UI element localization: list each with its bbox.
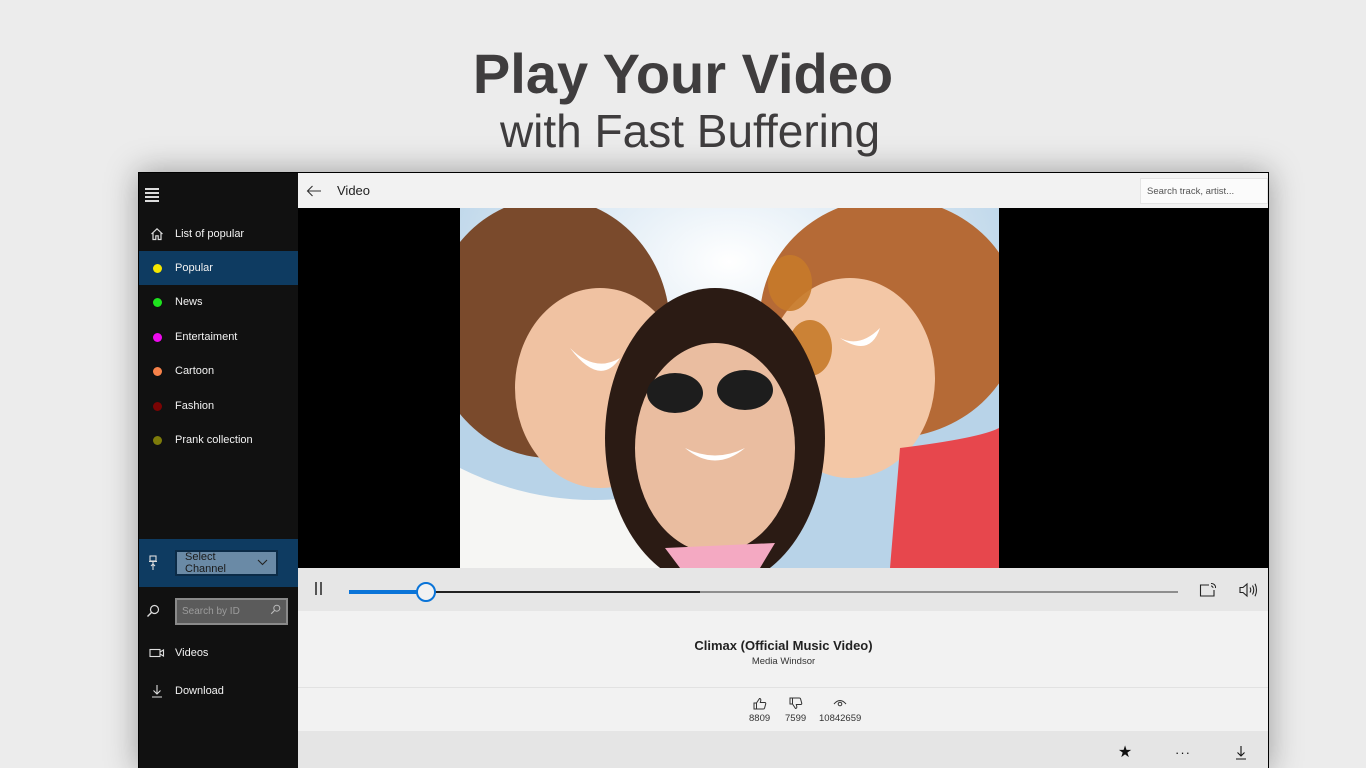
- dislike-button[interactable]: 7599: [785, 697, 806, 724]
- sidebar-item-label: Download: [175, 685, 224, 697]
- main-content: Video Search track, artist... Climax (Of…: [298, 173, 1268, 768]
- like-button[interactable]: 8809: [749, 697, 770, 724]
- video-player[interactable]: [298, 208, 1268, 568]
- sidebar-item-label: List of popular: [175, 228, 245, 240]
- sidebar: List of popular Popular News Entertaimen…: [139, 173, 298, 768]
- sidebar-item-entertaiment[interactable]: Entertaiment: [139, 320, 298, 354]
- top-bar: Video: [298, 173, 1268, 208]
- pause-icon[interactable]: [313, 582, 325, 596]
- video-info: Climax (Official Music Video) Media Wind…: [298, 611, 1268, 688]
- action-bar: ★ ···: [298, 731, 1268, 768]
- more-icon[interactable]: ···: [1171, 741, 1195, 763]
- seek-bar[interactable]: [349, 582, 1178, 602]
- cast-icon[interactable]: [1197, 579, 1219, 601]
- back-arrow-icon[interactable]: [299, 173, 329, 208]
- promo-subheadline: with Fast Buffering: [499, 105, 881, 157]
- search-by-id-input[interactable]: [182, 605, 262, 617]
- thumbs-up-icon: [753, 697, 766, 710]
- video-stats: 8809 7599 10842659: [298, 689, 1268, 731]
- video-channel: Media Windsor: [751, 656, 816, 667]
- player-controls: [298, 568, 1268, 611]
- home-icon: [139, 227, 175, 241]
- category-color-dot: [152, 332, 162, 342]
- page-title: Video: [337, 183, 371, 198]
- sidebar-item-label: Entertaiment: [175, 331, 238, 343]
- pin-icon[interactable]: [139, 555, 167, 571]
- search-icon[interactable]: [139, 604, 167, 618]
- sidebar-item-cartoon[interactable]: Cartoon: [139, 354, 298, 388]
- download-icon[interactable]: [1229, 741, 1253, 763]
- search-by-id-row: [139, 595, 298, 627]
- sidebar-item-videos[interactable]: Videos: [139, 636, 298, 670]
- video-title: Climax (Official Music Video): [694, 638, 873, 653]
- category-color-dot: [152, 435, 162, 445]
- sidebar-item-news[interactable]: News: [139, 285, 298, 319]
- volume-icon[interactable]: [1237, 579, 1259, 601]
- video-frame[interactable]: [460, 208, 999, 568]
- video-camera-icon: [139, 648, 175, 658]
- category-color-dot: [152, 297, 162, 307]
- select-channel-dropdown[interactable]: Select Channel: [175, 550, 278, 576]
- view-count: 10842659: [819, 713, 862, 724]
- sidebar-item-label: Prank collection: [175, 434, 253, 446]
- played-progress: [349, 590, 427, 594]
- search-track-box: [1140, 178, 1268, 204]
- sidebar-item-label: Cartoon: [175, 365, 215, 377]
- eye-icon: [833, 700, 847, 707]
- sidebar-item-label: Videos: [175, 647, 209, 659]
- search-by-id-box: [175, 597, 288, 625]
- app-window: List of popular Popular News Entertaimen…: [138, 172, 1269, 768]
- sidebar-item-prank-collection[interactable]: Prank collection: [139, 423, 298, 457]
- chevron-down-icon: [257, 557, 268, 569]
- seek-thumb[interactable]: [416, 582, 437, 602]
- views-stat: 10842659: [819, 697, 861, 724]
- sidebar-item-label: Fashion: [175, 400, 215, 412]
- promo-title: Play Your Video with Fast Buffering: [0, 42, 1366, 156]
- sidebar-item-label: Popular: [175, 262, 213, 274]
- thumbs-down-icon: [789, 697, 802, 710]
- dislike-count: 7599: [785, 713, 807, 724]
- search-icon[interactable]: [270, 602, 281, 620]
- category-color-dot: [152, 366, 162, 376]
- sidebar-item-label: News: [175, 296, 203, 308]
- sidebar-item-fashion[interactable]: Fashion: [139, 389, 298, 423]
- star-icon[interactable]: ★: [1113, 741, 1137, 763]
- hamburger-icon[interactable]: [145, 188, 159, 202]
- search-track-input[interactable]: [1147, 185, 1261, 197]
- video-thumbnail-image: [460, 208, 999, 568]
- sidebar-item-popular[interactable]: Popular: [139, 251, 298, 285]
- promo-headline: Play Your Video: [472, 42, 894, 105]
- category-color-dot: [152, 401, 162, 411]
- like-count: 8809: [749, 713, 771, 724]
- channel-selector-row: Select Channel: [139, 539, 298, 587]
- sidebar-item-download[interactable]: Download: [139, 674, 298, 708]
- download-icon: [139, 684, 175, 698]
- select-channel-value: Select Channel: [185, 551, 226, 575]
- sidebar-item-list-of-popular[interactable]: List of popular: [139, 217, 298, 251]
- category-color-dot: [152, 263, 162, 273]
